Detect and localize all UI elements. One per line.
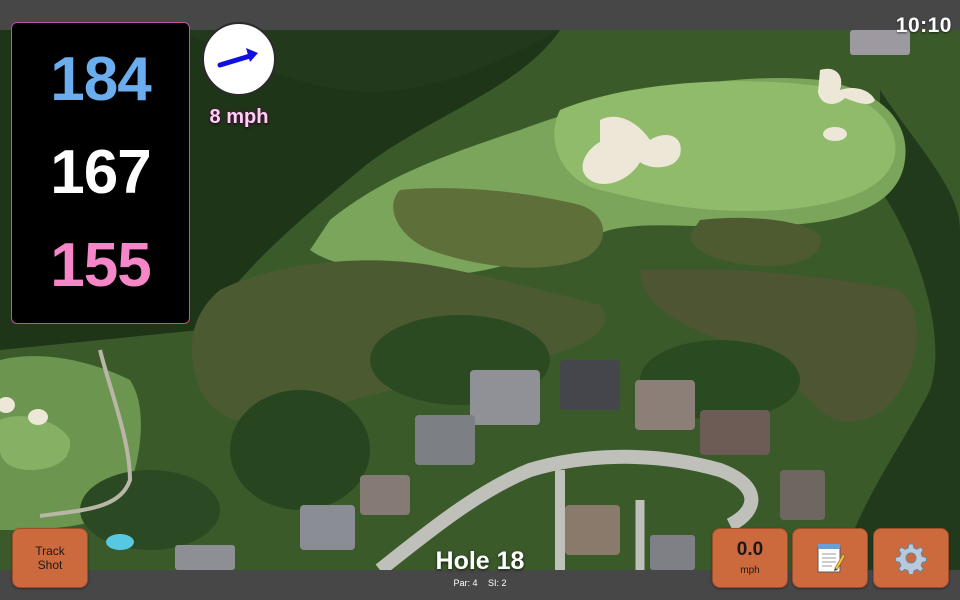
speed-value: 0.0 (736, 539, 764, 560)
clock: 10:10 (895, 14, 952, 37)
notepad-icon (817, 544, 845, 573)
wind-speed: 8 mph (209, 106, 269, 128)
distance-front: 155 (50, 231, 151, 301)
distance-panel: 184 167 155 (11, 22, 190, 324)
wind-arrow-icon (217, 48, 258, 68)
track-shot-label-line2: Shot (37, 558, 63, 572)
distance-back: 184 (50, 44, 151, 114)
gear-icon (895, 543, 927, 574)
speed-unit: mph (740, 565, 760, 576)
hole-stroke-index: SI: 2 (488, 578, 507, 588)
wind-indicator (202, 22, 276, 96)
track-shot-label-line1: Track (35, 543, 65, 558)
hole-info: Par: 4 SI: 2 (380, 578, 580, 588)
speed-button[interactable]: 0.0 mph (712, 528, 788, 588)
distance-center: 167 (50, 137, 151, 207)
hole-par: Par: 4 (453, 578, 478, 588)
hole-title: Hole 18 (435, 547, 525, 575)
golf-gps-screen: 10:10 184 167 155 8 mph Track Shot Hole … (0, 0, 960, 600)
track-shot-button[interactable]: Track Shot (12, 528, 88, 588)
settings-button[interactable] (873, 528, 949, 588)
notes-button[interactable] (792, 528, 868, 588)
